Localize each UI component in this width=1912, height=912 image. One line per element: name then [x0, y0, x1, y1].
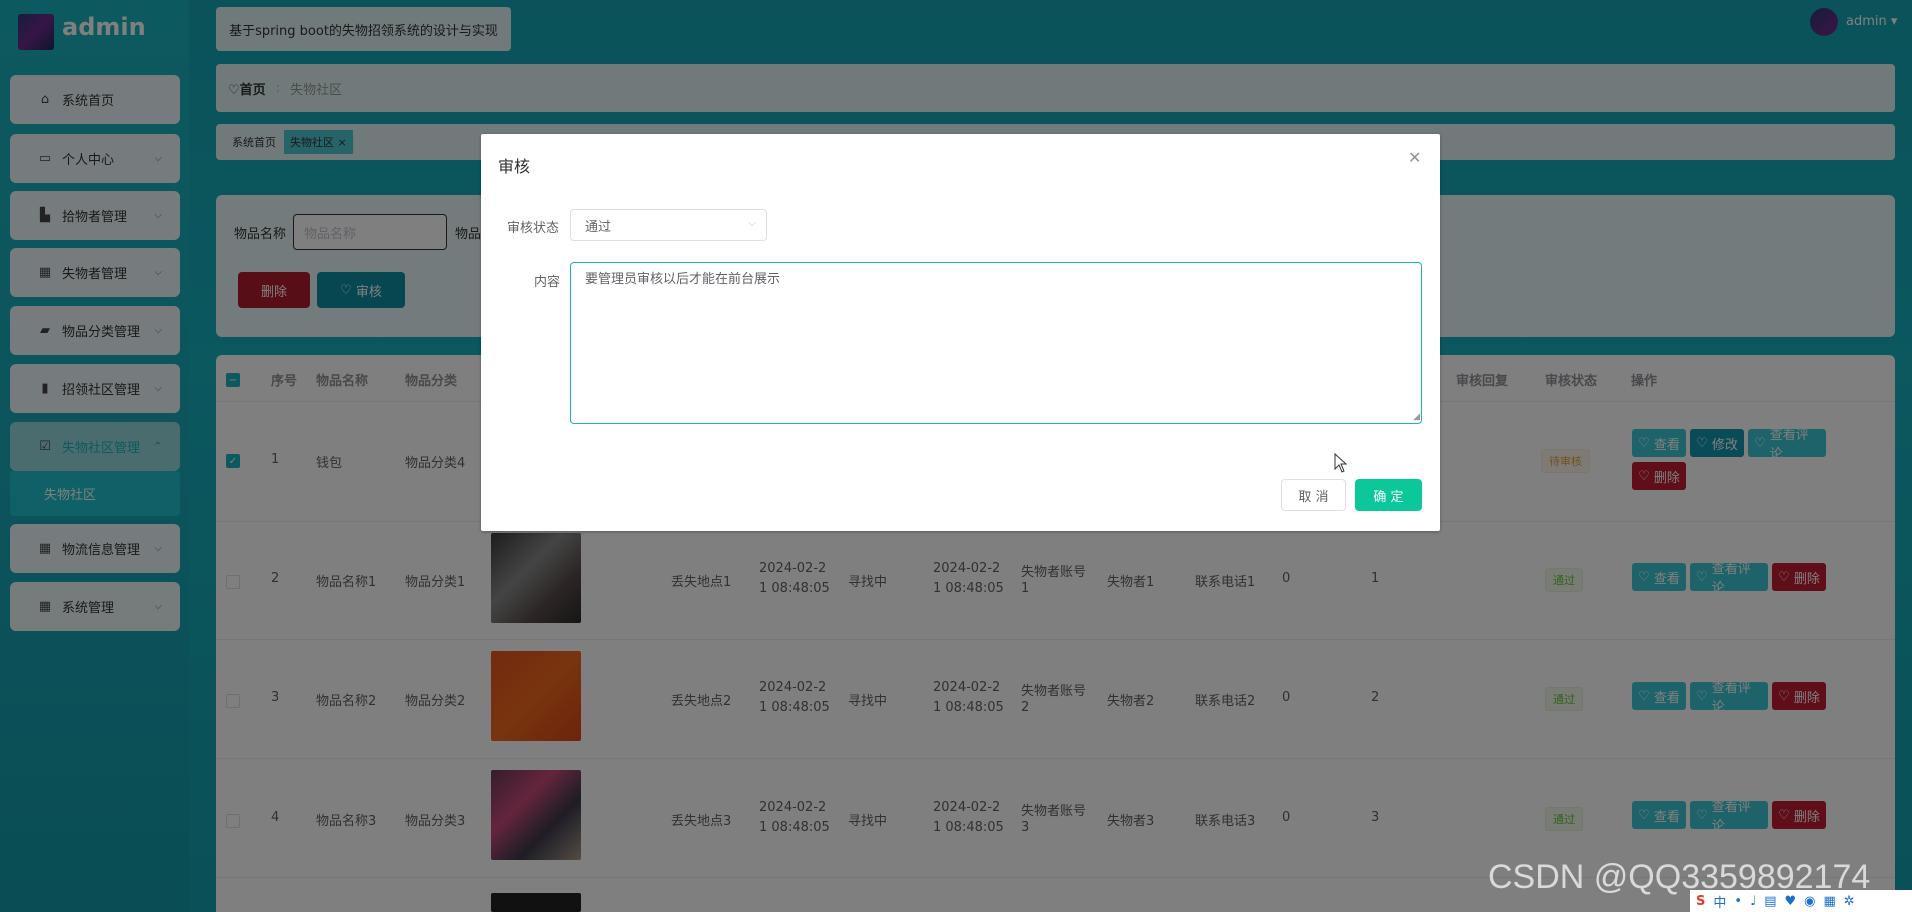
punctuation-icon[interactable]: • [1734, 894, 1742, 909]
chevron-down-icon: ⌵ [748, 218, 756, 229]
microphone-icon[interactable]: ♩ [1750, 894, 1756, 909]
keyboard-icon[interactable]: ▤ [1764, 894, 1776, 909]
content-textarea[interactable]: 要管理员审核以后才能在前台展示 ◢ [570, 262, 1422, 424]
skin-icon[interactable]: ♥ [1785, 894, 1797, 909]
audit-dialog: 审核 ✕ 审核状态 通过 ⌵ 内容 要管理员审核以后才能在前台展示 ◢ 取 消 … [481, 134, 1440, 531]
emoji-icon[interactable]: ◉ [1804, 894, 1815, 909]
ime-lang-indicator[interactable]: 中 [1713, 892, 1726, 911]
cancel-button[interactable]: 取 消 [1281, 479, 1346, 511]
resize-handle-icon[interactable]: ◢ [1413, 412, 1420, 422]
content-label: 内容 [534, 275, 561, 290]
apps-icon[interactable]: ▦ [1824, 894, 1836, 909]
dialog-title: 审核 [498, 157, 531, 176]
settings-icon[interactable]: ✲ [1844, 894, 1855, 909]
ime-tray: S 中 • ♩ ▤ ♥ ◉ ▦ ✲ [1690, 890, 1912, 912]
confirm-button[interactable]: 确 定 [1355, 479, 1422, 511]
content-text: 要管理员审核以后才能在前台展示 [585, 272, 781, 287]
status-label: 审核状态 [507, 221, 560, 236]
status-select-value: 通过 [585, 219, 612, 235]
sogou-icon[interactable]: S [1696, 894, 1705, 909]
close-icon[interactable]: ✕ [1408, 148, 1421, 167]
mouse-cursor-icon [1334, 453, 1348, 473]
status-select[interactable]: 通过 ⌵ [570, 209, 767, 241]
